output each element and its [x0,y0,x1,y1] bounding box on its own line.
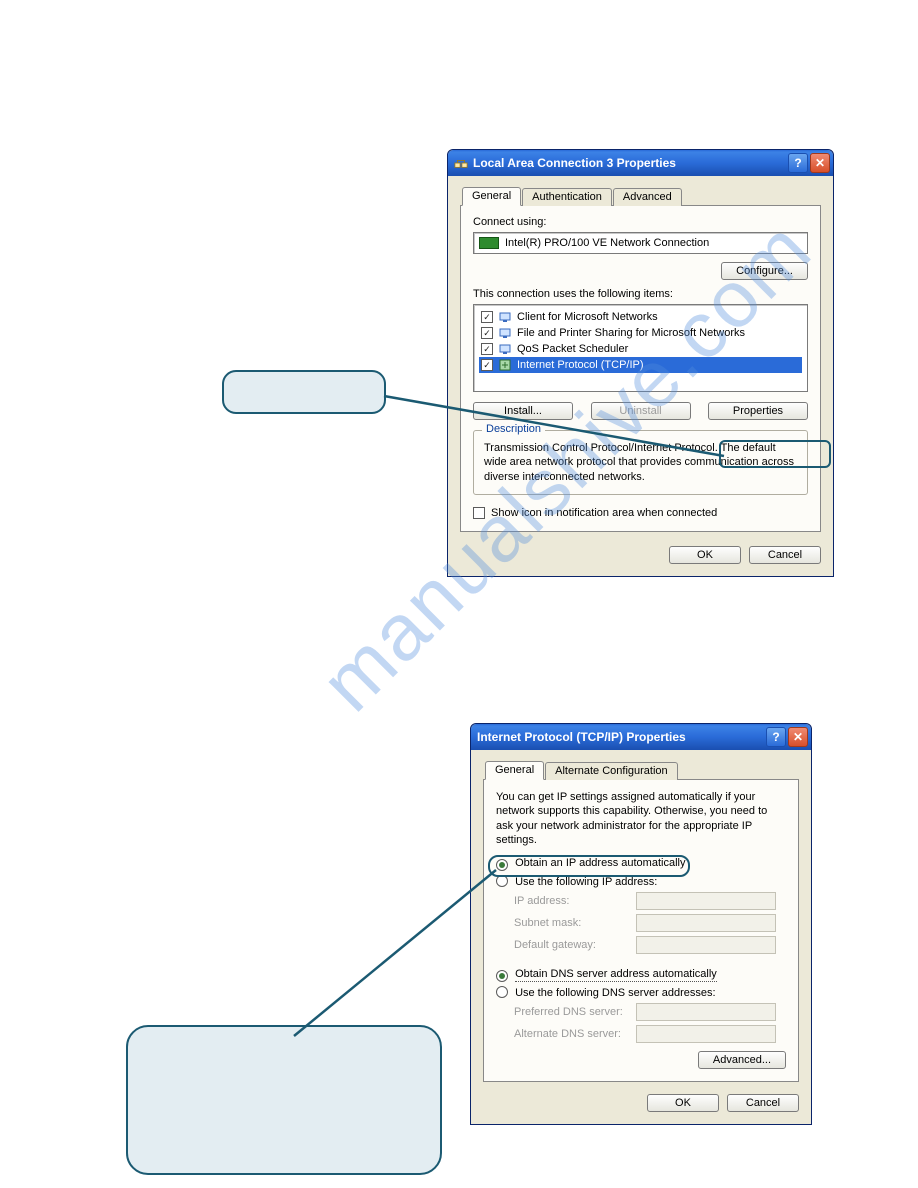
tab-general[interactable]: General [462,187,521,206]
list-item-selected[interactable]: ✓ Internet Protocol (TCP/IP) [479,357,802,373]
ok-button[interactable]: OK [669,546,741,564]
show-icon-label: Show icon in notification area when conn… [491,507,717,519]
pref-dns-label: Preferred DNS server: [496,1006,636,1018]
items-label: This connection uses the following items… [473,288,808,300]
checkbox-icon[interactable]: ✓ [481,343,493,355]
list-item-label: Internet Protocol (TCP/IP) [517,359,644,371]
tab-general[interactable]: General [485,761,544,780]
close-button[interactable]: ✕ [810,153,830,173]
pref-dns-field [636,1003,776,1021]
connect-using-label: Connect using: [473,216,808,228]
protocol-icon [498,358,512,372]
list-item-label: File and Printer Sharing for Microsoft N… [517,327,745,339]
help-button[interactable]: ? [788,153,808,173]
tab-panel-general: Connect using: Intel(R) PRO/100 VE Netwo… [460,206,821,532]
gateway-label: Default gateway: [496,939,636,951]
titlebar[interactable]: Internet Protocol (TCP/IP) Properties ? … [471,724,811,750]
gateway-row: Default gateway: [496,936,786,954]
radio-auto-dns-row[interactable]: Obtain DNS server address automatically [496,968,786,980]
dialog-title: Local Area Connection 3 Properties [473,156,676,170]
checkbox-icon[interactable] [473,507,485,519]
ip-address-row: IP address: [496,892,786,910]
properties-highlight [719,440,831,468]
subnet-label: Subnet mask: [496,917,636,929]
advanced-button[interactable]: Advanced... [698,1051,786,1069]
radio-manual-dns-label: Use the following DNS server addresses: [515,987,716,999]
ip-address-field [636,892,776,910]
alt-dns-row: Alternate DNS server: [496,1025,786,1043]
tab-panel-general: You can get IP settings assigned automat… [483,780,799,1082]
show-icon-row[interactable]: Show icon in notification area when conn… [473,507,808,519]
adapter-box: Intel(R) PRO/100 VE Network Connection [473,232,808,254]
subnet-field [636,914,776,932]
client-icon [498,310,512,324]
radio-manual-dns-row[interactable]: Use the following DNS server addresses: [496,984,786,999]
help-button[interactable]: ? [766,727,786,747]
alt-dns-label: Alternate DNS server: [496,1028,636,1040]
ok-button[interactable]: OK [647,1094,719,1112]
tab-authentication[interactable]: Authentication [522,188,612,206]
tcpip-properties-dialog: Internet Protocol (TCP/IP) Properties ? … [470,723,812,1125]
list-item[interactable]: ✓ QoS Packet Scheduler [479,341,802,357]
dialog-title: Internet Protocol (TCP/IP) Properties [477,730,686,744]
callout-line-2 [290,866,500,1040]
tab-advanced[interactable]: Advanced [613,188,682,206]
alt-dns-field [636,1025,776,1043]
service-icon [498,326,512,340]
checkbox-icon[interactable]: ✓ [481,327,493,339]
subnet-row: Subnet mask: [496,914,786,932]
callout-line-1 [380,392,728,460]
checkbox-icon[interactable]: ✓ [481,311,493,323]
tab-row: General Authentication Advanced [460,186,821,206]
list-item[interactable]: ✓ Client for Microsoft Networks [479,309,802,325]
intro-text: You can get IP settings assigned automat… [496,790,786,847]
cancel-button[interactable]: Cancel [749,546,821,564]
gateway-field [636,936,776,954]
pref-dns-row: Preferred DNS server: [496,1003,786,1021]
list-item-label: Client for Microsoft Networks [517,311,658,323]
adapter-icon [479,237,499,249]
close-button[interactable]: ✕ [788,727,808,747]
radio-auto-dns-label: Obtain DNS server address automatically [515,968,717,982]
items-list[interactable]: ✓ Client for Microsoft Networks ✓ File a… [473,304,808,392]
auto-ip-highlight [488,855,690,877]
ip-address-label: IP address: [496,895,636,907]
list-item[interactable]: ✓ File and Printer Sharing for Microsoft… [479,325,802,341]
tab-row: General Alternate Configuration [483,760,799,780]
callout-box-1 [222,370,386,414]
list-item-label: QoS Packet Scheduler [517,343,628,355]
checkbox-icon[interactable]: ✓ [481,359,493,371]
cancel-button[interactable]: Cancel [727,1094,799,1112]
radio-manual-ip-label: Use the following IP address: [515,876,657,888]
network-icon [454,156,468,170]
titlebar[interactable]: Local Area Connection 3 Properties ? ✕ [448,150,833,176]
lan-properties-dialog: Local Area Connection 3 Properties ? ✕ G… [447,149,834,577]
adapter-name: Intel(R) PRO/100 VE Network Connection [505,237,709,249]
qos-icon [498,342,512,356]
configure-button[interactable]: Configure... [721,262,808,280]
callout-box-2 [126,1025,442,1175]
tab-alternate[interactable]: Alternate Configuration [545,762,678,780]
